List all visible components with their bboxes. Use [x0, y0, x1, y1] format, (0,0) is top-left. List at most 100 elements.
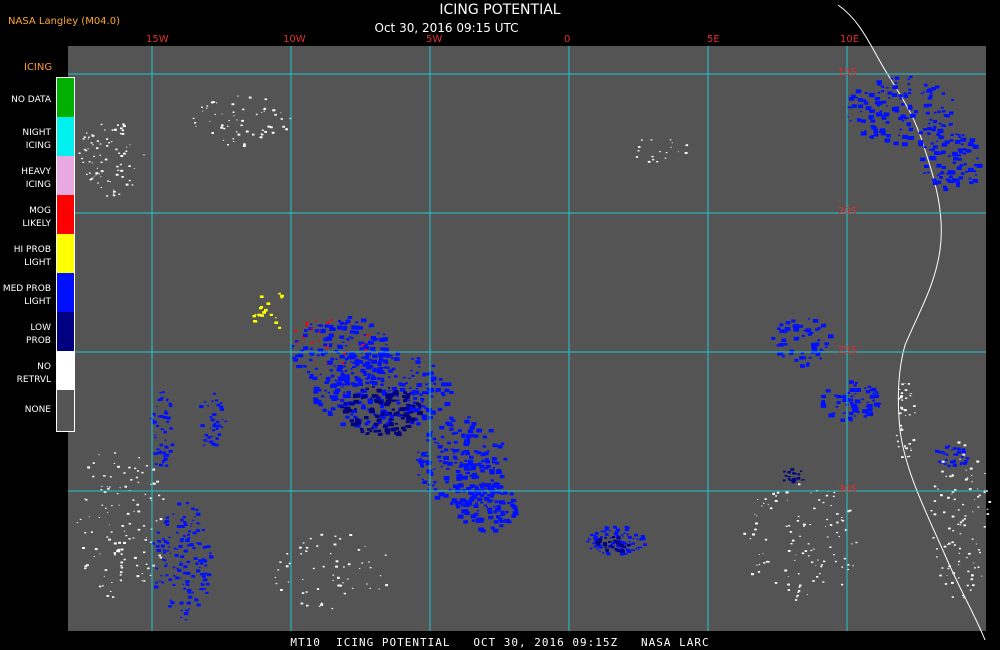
- icing-pixel: [385, 354, 389, 357]
- icing-pixel: [285, 128, 288, 131]
- icing-pixel: [824, 342, 829, 346]
- icing-pixel: [952, 572, 956, 575]
- icing-pixel: [418, 366, 421, 368]
- icing-pixel: [209, 427, 212, 429]
- icing-pixel: [344, 357, 348, 360]
- icing-pixel: [492, 483, 498, 487]
- icing-pixel: [349, 330, 355, 334]
- icing-pixel: [186, 560, 191, 564]
- icing-pixel: [413, 397, 418, 400]
- icing-pixel: [108, 142, 111, 144]
- icing-pixel: [365, 381, 369, 385]
- icing-pixel: [513, 511, 517, 514]
- icing-pixel: [377, 429, 382, 432]
- icing-pixel: [444, 402, 451, 407]
- icing-pixel: [971, 575, 973, 577]
- icing-pixel: [103, 475, 106, 477]
- icing-pixel: [136, 503, 139, 506]
- icing-pixel: [873, 128, 878, 132]
- icing-pixel: [120, 553, 123, 555]
- icing-pixel: [209, 120, 211, 122]
- icing-pixel: [169, 427, 173, 430]
- icing-pixel: [898, 134, 901, 137]
- icing-pixel: [453, 441, 458, 444]
- icing-pixel: [492, 443, 498, 448]
- icing-pixel: [205, 582, 210, 586]
- icing-pixel: [166, 550, 169, 552]
- icing-pixel: [757, 499, 759, 500]
- icing-pixel: [211, 132, 214, 134]
- icing-pixel: [647, 160, 651, 163]
- icing-pixel: [385, 584, 388, 587]
- icing-pixel: [442, 393, 445, 395]
- icing-pixel: [180, 616, 182, 619]
- icing-pixel: [108, 486, 111, 488]
- icing-pixel: [399, 407, 406, 412]
- icing-pixel: [453, 452, 455, 455]
- icing-pixel: [120, 561, 124, 564]
- icing-pixel: [168, 449, 173, 453]
- icing-pixel: [209, 416, 213, 418]
- icing-pixel: [203, 444, 206, 446]
- icing-pixel: [172, 513, 175, 515]
- icing-pixel: [867, 412, 874, 417]
- icing-pixel: [301, 592, 305, 594]
- icing-pixel: [802, 479, 805, 481]
- icing-pixel: [318, 402, 324, 407]
- icing-pixel: [373, 429, 378, 433]
- icing-pixel: [972, 511, 974, 513]
- icing-pixel: [285, 565, 289, 568]
- legend-swatch-heavy-icing: [57, 156, 74, 195]
- icing-pixel: [176, 531, 179, 534]
- icing-pixel: [376, 395, 379, 398]
- icing-pixel: [836, 531, 839, 534]
- icing-pixel: [372, 368, 378, 373]
- icing-pixel: [464, 459, 468, 462]
- icing-pixel: [469, 455, 474, 459]
- icing-pixel: [203, 588, 206, 590]
- icing-pixel: [965, 170, 968, 173]
- icing-pixel: [345, 415, 350, 419]
- legend-title: ICING: [24, 62, 53, 73]
- icing-pixel: [154, 463, 158, 466]
- icing-pixel: [631, 542, 635, 545]
- icing-pixel: [204, 578, 208, 581]
- icing-pixel: [275, 583, 278, 585]
- icing-pixel: [956, 447, 961, 451]
- icing-pixel: [436, 442, 440, 445]
- icing-pixel: [193, 557, 198, 560]
- icing-pixel: [342, 383, 345, 386]
- icing-pixel: [928, 88, 933, 92]
- icing-pixel: [972, 144, 979, 149]
- icing-pixel: [628, 541, 631, 543]
- icing-pixel: [967, 570, 970, 573]
- icing-pixel: [302, 579, 304, 580]
- icing-pixel: [383, 366, 387, 369]
- icing-pixel: [951, 474, 954, 476]
- icing-pixel: [90, 531, 93, 533]
- icing-pixel: [986, 513, 990, 515]
- icing-pixel: [164, 445, 169, 449]
- icing-pixel: [953, 544, 956, 546]
- icing-pixel: [909, 75, 913, 79]
- icing-pixel: [180, 609, 183, 612]
- icing-pixel: [365, 432, 369, 435]
- icing-pixel: [159, 580, 161, 582]
- icing-pixel: [99, 143, 102, 145]
- icing-pixel: [445, 480, 449, 484]
- icing-pixel: [372, 354, 378, 358]
- icing-pixel: [376, 377, 381, 380]
- icing-pixel: [421, 400, 424, 403]
- icing-pixel: [947, 567, 950, 570]
- icing-pixel: [187, 533, 190, 536]
- icing-pixel: [94, 548, 98, 551]
- icing-pixel: [795, 473, 797, 475]
- icing-pixel: [849, 120, 852, 122]
- icing-pixel: [961, 134, 965, 137]
- icing-pixel: [369, 407, 375, 411]
- icing-pixel: [928, 148, 931, 151]
- icing-pixel: [451, 418, 456, 422]
- icing-pixel: [822, 581, 825, 583]
- icing-pixel: [503, 457, 508, 461]
- icing-pixel: [260, 314, 264, 317]
